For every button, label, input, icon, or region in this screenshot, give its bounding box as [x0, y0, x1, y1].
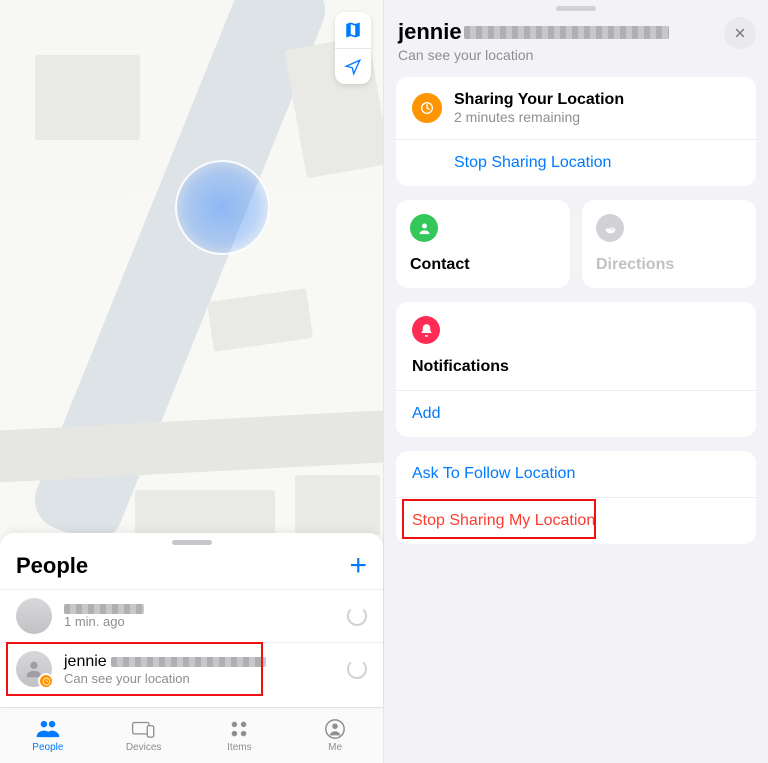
contact-label: Contact — [410, 256, 556, 274]
contact-icon — [410, 214, 438, 242]
person-row[interactable]: 1 min. ago — [0, 589, 383, 642]
map-view[interactable] — [0, 0, 383, 545]
map-layers-button[interactable] — [335, 12, 371, 48]
close-icon — [734, 27, 746, 39]
map-art — [295, 475, 380, 535]
map-art — [35, 55, 140, 140]
tab-items[interactable]: Items — [192, 708, 288, 763]
map-art — [207, 288, 313, 351]
left-panel: People + 1 min. ago — [0, 0, 384, 763]
tab-label: Devices — [126, 742, 162, 753]
notifications-title: Notifications — [412, 358, 509, 376]
sharing-timer-icon — [412, 93, 442, 123]
bottom-actions-card: Ask To Follow Location Stop Sharing My L… — [396, 451, 756, 544]
items-icon — [228, 718, 250, 740]
tab-label: Me — [328, 742, 342, 753]
location-arrow-icon — [344, 58, 362, 76]
directions-icon — [596, 214, 624, 242]
sharing-status-card: Sharing Your Location 2 minutes remainin… — [396, 77, 756, 186]
directions-label: Directions — [596, 256, 742, 274]
detail-panel: jennie Can see your location Sharing You… — [384, 0, 768, 763]
people-title: People — [16, 553, 88, 579]
avatar — [16, 651, 52, 687]
people-sheet: People + 1 min. ago — [0, 533, 383, 707]
tab-me[interactable]: Me — [287, 708, 383, 763]
map-icon — [344, 21, 362, 39]
person-name — [64, 604, 347, 614]
devices-icon — [131, 718, 157, 740]
loading-spinner-icon — [347, 659, 367, 679]
tab-label: People — [32, 742, 63, 753]
loading-spinner-icon — [347, 606, 367, 626]
detail-subtitle: Can see your location — [398, 47, 754, 63]
close-button[interactable] — [724, 17, 756, 49]
redacted-text — [111, 657, 266, 667]
bell-icon — [412, 316, 440, 344]
notifications-card: Notifications Add — [396, 302, 756, 437]
tab-devices[interactable]: Devices — [96, 708, 192, 763]
person-name-prefix: jennie — [64, 653, 107, 671]
stop-sharing-my-location-button[interactable]: Stop Sharing My Location — [412, 512, 595, 530]
contact-button[interactable]: Contact — [396, 200, 570, 288]
stop-sharing-link[interactable]: Stop Sharing Location — [454, 154, 611, 172]
person-name: jennie — [64, 653, 347, 671]
sheet-grabber[interactable] — [172, 540, 212, 545]
add-person-button[interactable]: + — [349, 555, 367, 577]
avatar — [16, 598, 52, 634]
ask-follow-button[interactable]: Ask To Follow Location — [412, 465, 575, 483]
detail-name-prefix: jennie — [398, 19, 462, 45]
sharing-subtitle: 2 minutes remaining — [454, 109, 624, 125]
locate-me-button[interactable] — [335, 48, 371, 84]
people-icon — [35, 718, 61, 740]
map-toolbar — [335, 12, 371, 84]
person-row[interactable]: jennie Can see your location — [0, 642, 383, 695]
notifications-add-button[interactable]: Add — [412, 405, 440, 423]
me-icon — [324, 718, 346, 740]
redacted-text — [464, 26, 669, 39]
redacted-text — [64, 604, 144, 614]
tab-bar: People Devices Items Me — [0, 707, 383, 763]
person-subtitle: 1 min. ago — [64, 614, 347, 629]
user-location-dot — [175, 160, 270, 255]
person-subtitle: Can see your location — [64, 671, 347, 686]
tab-label: Items — [227, 742, 251, 753]
sharing-badge-icon — [38, 673, 54, 689]
sharing-title: Sharing Your Location — [454, 91, 624, 109]
tab-people[interactable]: People — [0, 708, 96, 763]
directions-button: Directions — [582, 200, 756, 288]
